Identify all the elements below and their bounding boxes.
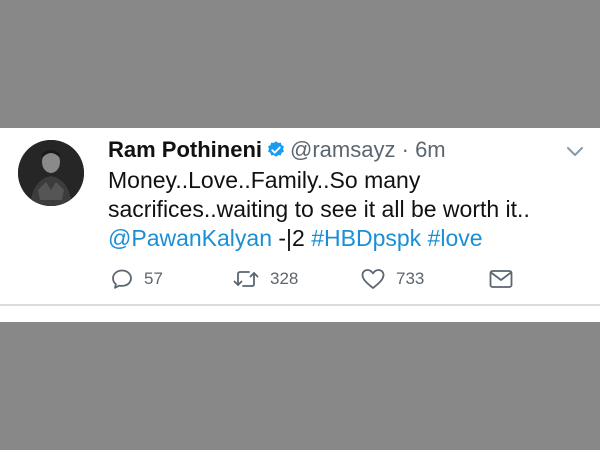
envelope-icon [489,270,513,288]
tweet-text-middle: -|2 [272,225,312,251]
bottom-gray-band [0,322,600,450]
card-divider [0,304,600,306]
hashtag-link[interactable]: #love [428,225,483,251]
retweet-icon [233,271,259,287]
reply-icon [112,269,132,289]
screenshot-stage: Ram Pothineni @ramsayz · 6m Money..Love..… [0,0,600,450]
tweet-text: Money..Love..Family..So many sacrifices.… [108,166,578,253]
tweet-card[interactable]: Ram Pothineni @ramsayz · 6m Money..Love..… [0,128,600,322]
separator-dot: · [401,137,409,162]
avatar[interactable] [18,140,84,206]
display-name[interactable]: Ram Pothineni [108,137,262,162]
like-button[interactable]: 733 [360,265,424,293]
retweet-button[interactable]: 328 [232,265,298,293]
retweet-count: 328 [270,269,299,288]
tweet-text-line-3: @PawanKalyan -|2 #HBDpspk #love [108,224,578,253]
handle[interactable]: @ramsayz [290,137,395,162]
verified-badge-icon [268,141,285,157]
tweet-text-line-2: sacrifices..waiting to see it all be wor… [108,196,530,222]
like-count: 733 [396,269,425,288]
tweet-header: Ram Pothineni @ramsayz · 6m [108,137,446,163]
reply-button[interactable]: 57 [110,265,163,293]
tweet-actions: 57 328 733 [108,265,528,293]
top-gray-band [0,0,600,128]
chevron-down-icon[interactable] [566,146,584,158]
hashtag-link[interactable]: #HBDpspk [311,225,421,251]
heart-icon [361,269,385,289]
reply-count: 57 [144,269,163,288]
mention-link[interactable]: @PawanKalyan [108,225,272,251]
direct-message-button[interactable] [488,265,514,293]
avatar-image [18,140,84,206]
tweet-text-line-1: Money..Love..Family..So many [108,167,421,193]
timestamp[interactable]: 6m [415,137,446,162]
